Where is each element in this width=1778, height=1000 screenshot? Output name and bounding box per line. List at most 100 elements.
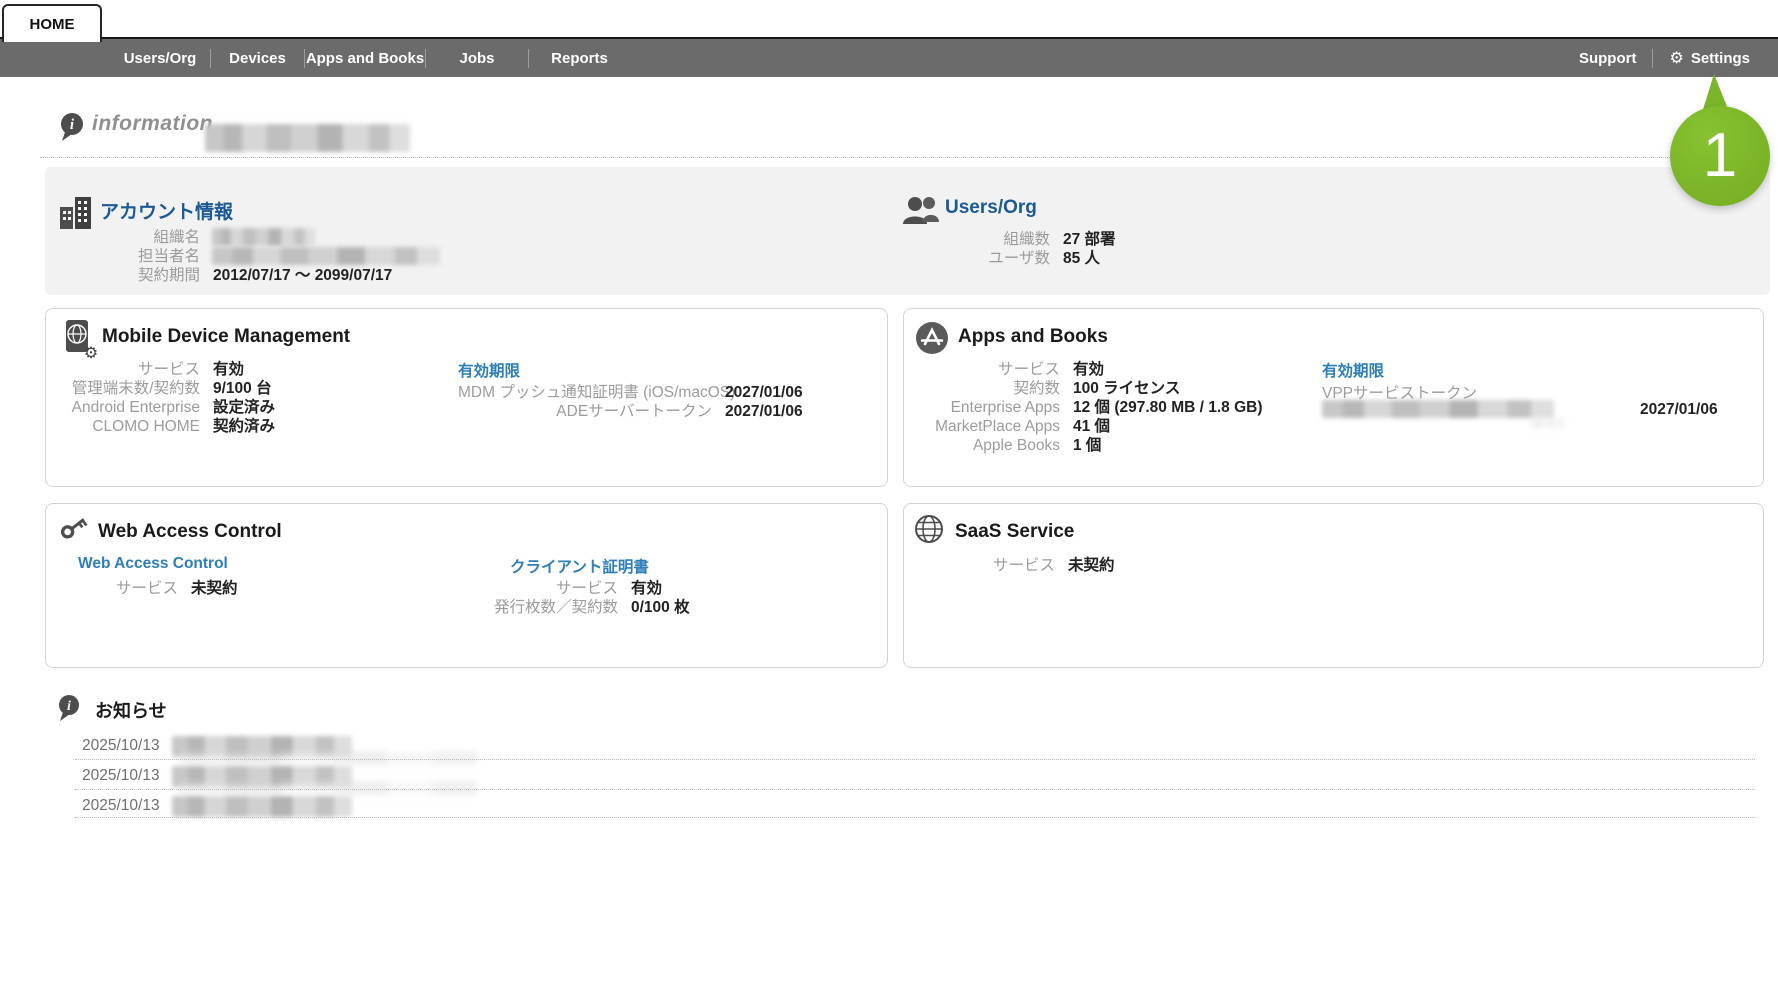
mdm-clomo-home-label: CLOMO HOME bbox=[45, 417, 200, 436]
nav-right-group: Support ⚙ Settings bbox=[1579, 39, 1750, 77]
notice-bubble-icon: i bbox=[56, 694, 82, 722]
redacted-information-text bbox=[205, 124, 410, 152]
saas-service-row: サービス 未契約 bbox=[903, 556, 1115, 575]
tab-reports[interactable]: Reports bbox=[529, 50, 630, 67]
wac-service-row: サービス 未契約 bbox=[45, 579, 238, 598]
users-org-title: Users/Org bbox=[945, 197, 1037, 219]
divider-dotted bbox=[75, 789, 1755, 790]
support-label: Support bbox=[1579, 50, 1637, 67]
mdm-ade-token-label: ADEサーバートークン bbox=[458, 402, 712, 421]
divider-dotted bbox=[75, 817, 1755, 818]
notice-date: 2025/10/13 bbox=[82, 767, 160, 785]
cert-service-row: サービス 有効 bbox=[430, 579, 662, 598]
app-store-icon bbox=[914, 320, 950, 356]
ab-apple-books-value: 1 個 bbox=[1073, 436, 1101, 455]
ab-service-label: サービス bbox=[903, 360, 1060, 379]
mdm-push-cert-row: MDM プッシュ通知証明書 (iOS/macOS) 2027/01/06 bbox=[458, 383, 803, 402]
cert-service-value: 有効 bbox=[631, 579, 662, 598]
ab-apple-books-row: Apple Books 1 個 bbox=[903, 436, 1101, 455]
mdm-devices-label: 管理端末数/契約数 bbox=[45, 379, 200, 398]
tab-users-org[interactable]: Users/Org bbox=[110, 50, 210, 67]
information-title: information bbox=[92, 112, 213, 136]
top-navbar: Users/Org Devices Apps and Books Jobs Re… bbox=[0, 37, 1778, 77]
notice-date: 2025/10/13 bbox=[82, 797, 160, 815]
mdm-clomo-home-value: 契約済み bbox=[213, 417, 275, 436]
info-bubble-icon: i bbox=[58, 112, 86, 142]
ab-enterprise-apps-value: 12 個 (297.80 MB / 1.8 GB) bbox=[1073, 398, 1263, 417]
account-info-title: アカウント情報 bbox=[100, 197, 233, 224]
cert-issued-value: 0/100 枚 bbox=[631, 598, 690, 617]
wac-service-label: サービス bbox=[45, 579, 178, 598]
redacted-vpp-token-tail bbox=[1530, 418, 1564, 428]
contract-period-value: 2012/07/17 ～ 2099/07/17 bbox=[213, 266, 392, 285]
redacted-notice-link[interactable] bbox=[172, 796, 352, 817]
user-count-row: ユーザ数 85 人 bbox=[890, 249, 1100, 268]
user-count-value: 85 人 bbox=[1063, 249, 1100, 268]
annotation-badge: 1 bbox=[1670, 106, 1770, 206]
redacted-notice-preview bbox=[180, 781, 477, 795]
mdm-android-value: 設定済み bbox=[213, 398, 275, 417]
svg-text:⚙: ⚙ bbox=[84, 343, 98, 360]
settings-label: Settings bbox=[1691, 50, 1750, 67]
account-contact-row: 担当者名 bbox=[45, 247, 200, 266]
ab-enterprise-apps-row: Enterprise Apps 12 個 (297.80 MB / 1.8 GB… bbox=[903, 398, 1263, 417]
ab-marketplace-apps-row: MarketPlace Apps 41 個 bbox=[903, 417, 1110, 436]
mdm-ade-token-row: ADEサーバートークン 2027/01/06 bbox=[458, 402, 803, 421]
contact-label: 担当者名 bbox=[45, 247, 200, 266]
cert-service-label: サービス bbox=[430, 579, 618, 598]
cert-issued-row: 発行枚数／契約数 0/100 枚 bbox=[430, 598, 690, 617]
mdm-device-icon: ⚙ bbox=[58, 316, 102, 360]
wac-service-value: 未契約 bbox=[191, 579, 238, 598]
tab-home-active[interactable]: HOME bbox=[2, 4, 102, 42]
support-link[interactable]: Support bbox=[1579, 50, 1637, 67]
mdm-clomo-home-row: CLOMO HOME 契約済み bbox=[45, 417, 275, 436]
org-name-label: 組織名 bbox=[45, 228, 200, 247]
nav-tabs: Users/Org Devices Apps and Books Jobs Re… bbox=[110, 39, 630, 77]
redacted-contact-name bbox=[212, 247, 440, 265]
account-contract-row: 契約期間 2012/07/17 ～ 2099/07/17 bbox=[45, 266, 392, 285]
mdm-expiry-link[interactable]: 有効期限 bbox=[458, 359, 520, 381]
mdm-service-label: サービス bbox=[45, 360, 200, 379]
mdm-service-row: サービス 有効 bbox=[45, 360, 244, 379]
mdm-push-cert-label: MDM プッシュ通知証明書 (iOS/macOS) bbox=[458, 383, 712, 402]
ab-apple-books-label: Apple Books bbox=[903, 436, 1060, 455]
ab-service-value: 有効 bbox=[1073, 360, 1104, 379]
saas-service-label: サービス bbox=[903, 556, 1055, 575]
tab-jobs[interactable]: Jobs bbox=[426, 50, 528, 67]
ab-licenses-label: 契約数 bbox=[903, 379, 1060, 398]
ab-marketplace-apps-value: 41 個 bbox=[1073, 417, 1110, 436]
mdm-devices-row: 管理端末数/契約数 9/100 台 bbox=[45, 379, 272, 398]
redacted-org-name bbox=[212, 228, 315, 246]
mdm-ade-token-date: 2027/01/06 bbox=[725, 402, 803, 421]
account-org-name-row: 組織名 bbox=[45, 228, 200, 247]
mdm-push-cert-date: 2027/01/06 bbox=[725, 383, 803, 402]
tab-devices[interactable]: Devices bbox=[211, 50, 304, 67]
svg-text:i: i bbox=[67, 699, 71, 714]
buildings-icon bbox=[56, 192, 96, 232]
ab-marketplace-apps-label: MarketPlace Apps bbox=[903, 417, 1060, 436]
tab-apps-and-books[interactable]: Apps and Books bbox=[305, 50, 425, 67]
redacted-notice-preview bbox=[180, 751, 477, 765]
mdm-service-value: 有効 bbox=[213, 360, 244, 379]
divider-dotted bbox=[75, 759, 1755, 760]
apps-books-title: Apps and Books bbox=[958, 326, 1108, 348]
client-cert-link[interactable]: クライアント証明書 bbox=[510, 555, 649, 577]
ab-expiry-link[interactable]: 有効期限 bbox=[1322, 359, 1384, 381]
wac-link[interactable]: Web Access Control bbox=[78, 555, 228, 573]
notices-title: お知らせ bbox=[95, 697, 167, 723]
ab-licenses-value: 100 ライセンス bbox=[1073, 379, 1180, 398]
ab-licenses-row: 契約数 100 ライセンス bbox=[903, 379, 1180, 398]
org-count-value: 27 部署 bbox=[1063, 230, 1116, 249]
cert-issued-label: 発行枚数／契約数 bbox=[430, 598, 618, 617]
saas-service-value: 未契約 bbox=[1068, 556, 1115, 575]
ab-service-row: サービス 有効 bbox=[903, 360, 1104, 379]
nav-separator bbox=[1652, 49, 1653, 68]
contract-period-label: 契約期間 bbox=[45, 266, 200, 285]
settings-link[interactable]: ⚙ Settings bbox=[1669, 50, 1750, 67]
gear-icon: ⚙ bbox=[1669, 50, 1683, 66]
users-icon bbox=[902, 196, 940, 226]
mdm-android-row: Android Enterprise 設定済み bbox=[45, 398, 275, 417]
vpp-token-expiry-date: 2027/01/06 bbox=[1640, 401, 1718, 419]
wac-title: Web Access Control bbox=[98, 521, 282, 543]
redacted-vpp-token bbox=[1322, 400, 1554, 418]
